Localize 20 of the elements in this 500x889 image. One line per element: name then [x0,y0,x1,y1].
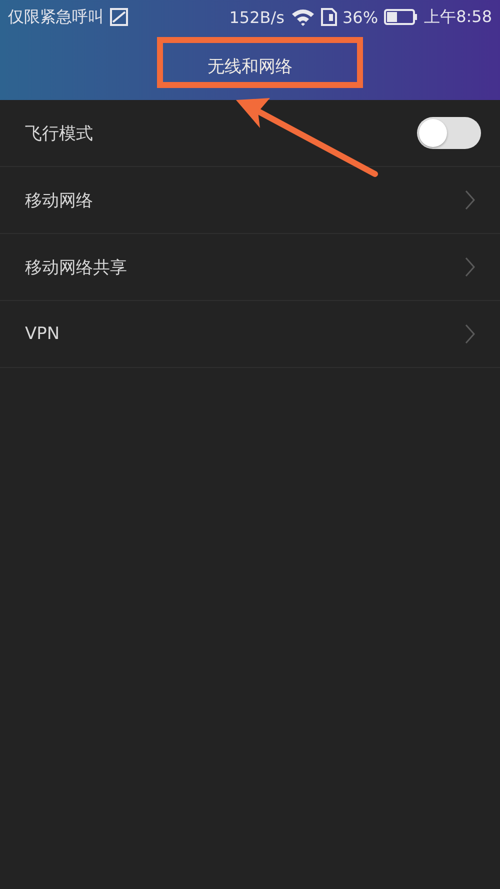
setting-label: 移动网络共享 [25,256,128,278]
chevron-right-icon [465,324,475,344]
wifi-icon [290,8,314,26]
network-speed: 152B/s [229,8,284,26]
clock-time: 上午8:58 [424,6,492,28]
page-title: 无线和网络 [208,56,292,78]
chevron-right-icon [465,190,475,210]
chevron-right-icon [465,257,475,277]
setting-label: 移动网络 [25,190,94,212]
setting-label: VPN [25,324,61,344]
settings-row[interactable]: 移动网络 [0,167,500,234]
image-icon [110,8,128,26]
battery-percent: 36% [342,8,378,26]
battery-icon [384,8,418,26]
sim-card-icon [320,8,336,26]
carrier-text: 仅限紧急呼叫 [8,6,104,28]
toggle-switch[interactable] [417,117,481,149]
settings-row[interactable]: 移动网络共享 [0,234,500,301]
setting-label: 飞行模式 [25,122,94,144]
settings-row[interactable]: VPN [0,301,500,368]
